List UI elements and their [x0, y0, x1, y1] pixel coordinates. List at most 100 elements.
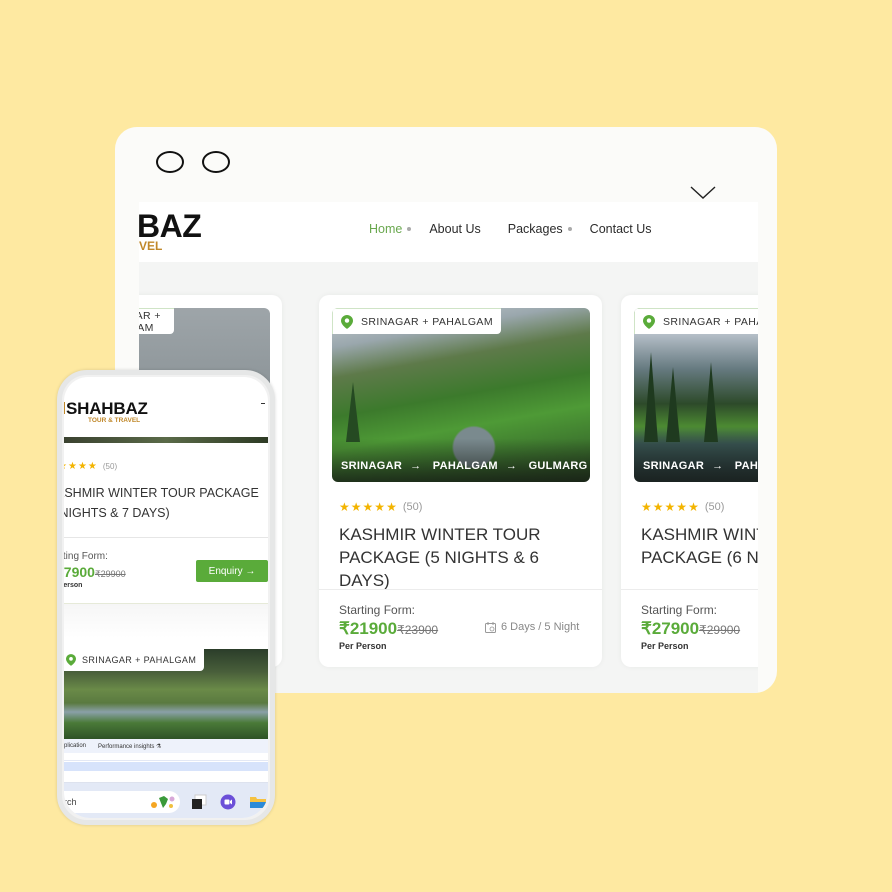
- star-icon: ★: [67, 461, 77, 472]
- nav-packages[interactable]: Packages: [508, 222, 572, 236]
- star-icon: ★: [652, 500, 664, 514]
- location-text: SRINAGAR + PAHALGAM: [361, 315, 493, 328]
- location-pin-icon: [66, 654, 76, 666]
- per-person-label: Per Person: [641, 641, 689, 651]
- nav-home[interactable]: Home: [369, 222, 412, 236]
- task-view-icon[interactable]: [191, 794, 207, 810]
- main-nav: Home About Us Packages Contact Us: [369, 222, 670, 236]
- price-row: ₹27900 ₹29900: [641, 619, 740, 639]
- rating-count: (50): [102, 462, 118, 471]
- mobile-logo-tagline: TOUR & TRAVEL: [88, 417, 141, 424]
- mobile-screen: SHAHBAZ TOUR & TRAVEL ★★★★ (50) ASHMIR W…: [64, 377, 268, 818]
- duration-text: 6 Days / 5 Night: [501, 621, 580, 633]
- rating: ★ ★ ★ ★ ★ (50): [641, 500, 724, 514]
- mobile-logo[interactable]: SHAHBAZ: [64, 399, 148, 419]
- enquiry-button[interactable]: Enquiry →: [196, 560, 268, 582]
- star-icon: ★: [374, 500, 386, 514]
- arrow-right-icon: →: [712, 460, 724, 472]
- star-icon: ★: [386, 500, 397, 514]
- site-header: BAZ VEL Home About Us Packages Contact U…: [139, 202, 758, 262]
- price-row: ₹21900 ₹23900: [339, 619, 438, 639]
- logo-text: SHAHBAZ: [66, 399, 148, 418]
- package-title[interactable]: KASHMIR WINT PACKAGE (6 NI: [641, 523, 758, 569]
- star-icon: ★: [641, 500, 652, 514]
- weather-widget-icon: [151, 796, 175, 808]
- per-person-label: r Person: [64, 582, 83, 589]
- location-tag: SRINAGAR + PAHA: [634, 308, 758, 334]
- divider: [64, 537, 268, 538]
- dropdown-dot-icon: [407, 227, 412, 231]
- route: SRINAGAR → PAHAL: [643, 460, 758, 472]
- package-title[interactable]: KASHMIR WINTER TOUR PACKAGE (5 NIGHTS & …: [339, 523, 589, 592]
- location-tag: SRINAGAR + PAHALGAM: [64, 649, 205, 671]
- route-stop: GULMARG: [528, 460, 588, 472]
- location-tag: SRINAGAR + PAHALGAM: [139, 308, 174, 334]
- devtools-tab-performance-insights[interactable]: Performance insights ⚗: [98, 743, 161, 750]
- starting-label: Starting Form:: [641, 603, 718, 617]
- chevron-down-icon[interactable]: [690, 185, 716, 201]
- rating-count: (50): [704, 501, 725, 513]
- taskbar-search[interactable]: rch: [64, 791, 180, 813]
- nav-label: Packages: [507, 222, 563, 236]
- file-explorer-icon[interactable]: [250, 794, 266, 810]
- devtools-tabbar: plication Performance insights ⚗: [64, 739, 268, 753]
- image-strip: [64, 437, 268, 443]
- taskbar: rch: [64, 783, 268, 818]
- star-icon: ★: [77, 461, 87, 472]
- location-pin-icon: [341, 314, 353, 329]
- rating: ★★★★ (50): [64, 461, 117, 472]
- duration: 6 Days / 5 Night: [485, 621, 579, 633]
- dropdown-dot-icon: [567, 227, 572, 231]
- old-price: ₹23900: [397, 623, 439, 637]
- nav-label: Contact Us: [589, 222, 652, 236]
- nav-label: About Us: [429, 222, 481, 236]
- devtools-row: [64, 771, 268, 783]
- price: ₹27900: [641, 619, 700, 638]
- mobile-phone-frame: SHAHBAZ TOUR & TRAVEL ★★★★ (50) ASHMIR W…: [57, 370, 275, 825]
- star-icon: ★: [688, 500, 699, 514]
- price: ₹21900: [339, 619, 398, 638]
- star-icon: ★: [676, 500, 688, 514]
- tree-shape: [644, 352, 658, 442]
- tree-shape: [704, 362, 718, 442]
- star-icon: ★: [362, 500, 374, 514]
- location-pin-icon: [643, 314, 655, 329]
- per-person-label: Per Person: [339, 641, 387, 651]
- divider: [319, 589, 602, 590]
- star-icon: ★: [64, 461, 67, 472]
- devtools-row-selected[interactable]: [64, 762, 268, 771]
- arrow-right-icon: →: [505, 460, 518, 472]
- tree-shape: [346, 382, 360, 442]
- price: 27900: [64, 564, 95, 580]
- menu-icon[interactable]: [261, 403, 265, 404]
- window-control-button[interactable]: [156, 151, 184, 173]
- meet-app-icon[interactable]: [220, 794, 236, 810]
- nav-about-us[interactable]: About Us: [429, 222, 480, 236]
- package-title[interactable]: ASHMIR WINTER TOUR PACKAGE NIGHTS & 7 DA…: [64, 483, 268, 523]
- location-text: SRINAGAR + PAHA: [663, 315, 758, 328]
- window-control-button[interactable]: [202, 151, 230, 173]
- old-price: ₹29900: [94, 569, 126, 579]
- route-stop: SRINAGAR: [643, 460, 705, 472]
- rating: ★ ★ ★ ★ ★ (50): [339, 500, 422, 514]
- location-text: SRINAGAR + PAHALGAM: [82, 655, 197, 665]
- star-icon: ★: [350, 500, 362, 514]
- old-price: ₹29900: [699, 623, 741, 637]
- route: SRINAGAR→ PAHALGAM→ GULMARG→: [341, 460, 590, 472]
- logo-mark-icon: [64, 402, 65, 414]
- spacer: [64, 604, 268, 638]
- star-icon: ★: [339, 500, 350, 514]
- search-text: rch: [64, 797, 77, 807]
- location-tag: SRINAGAR + PAHALGAM: [332, 308, 501, 334]
- package-image: SRINAGAR + PAHALGAM SRINAGAR → PAHALGAM → …: [332, 308, 590, 482]
- package-image: SRINAGAR + PAHA SRINAGAR → PAHAL: [634, 308, 758, 482]
- devtools-tab-application[interactable]: plication: [64, 743, 86, 749]
- package-card[interactable]: SRINAGAR + PAHA SRINAGAR→ PAHAL ★★★★★ (5…: [621, 295, 758, 667]
- nav-label: Home: [369, 222, 403, 236]
- starting-label: Starting Form:: [339, 603, 416, 617]
- logo-tagline: VEL: [139, 239, 163, 253]
- package-card[interactable]: SRINAGAR + PAHALGAM SRINAGAR → PAHALGAM → …: [319, 295, 602, 667]
- starting-label: arting Form:: [64, 551, 108, 562]
- nav-contact-us[interactable]: Contact Us: [590, 222, 652, 236]
- arrow-right-icon: →: [410, 460, 422, 472]
